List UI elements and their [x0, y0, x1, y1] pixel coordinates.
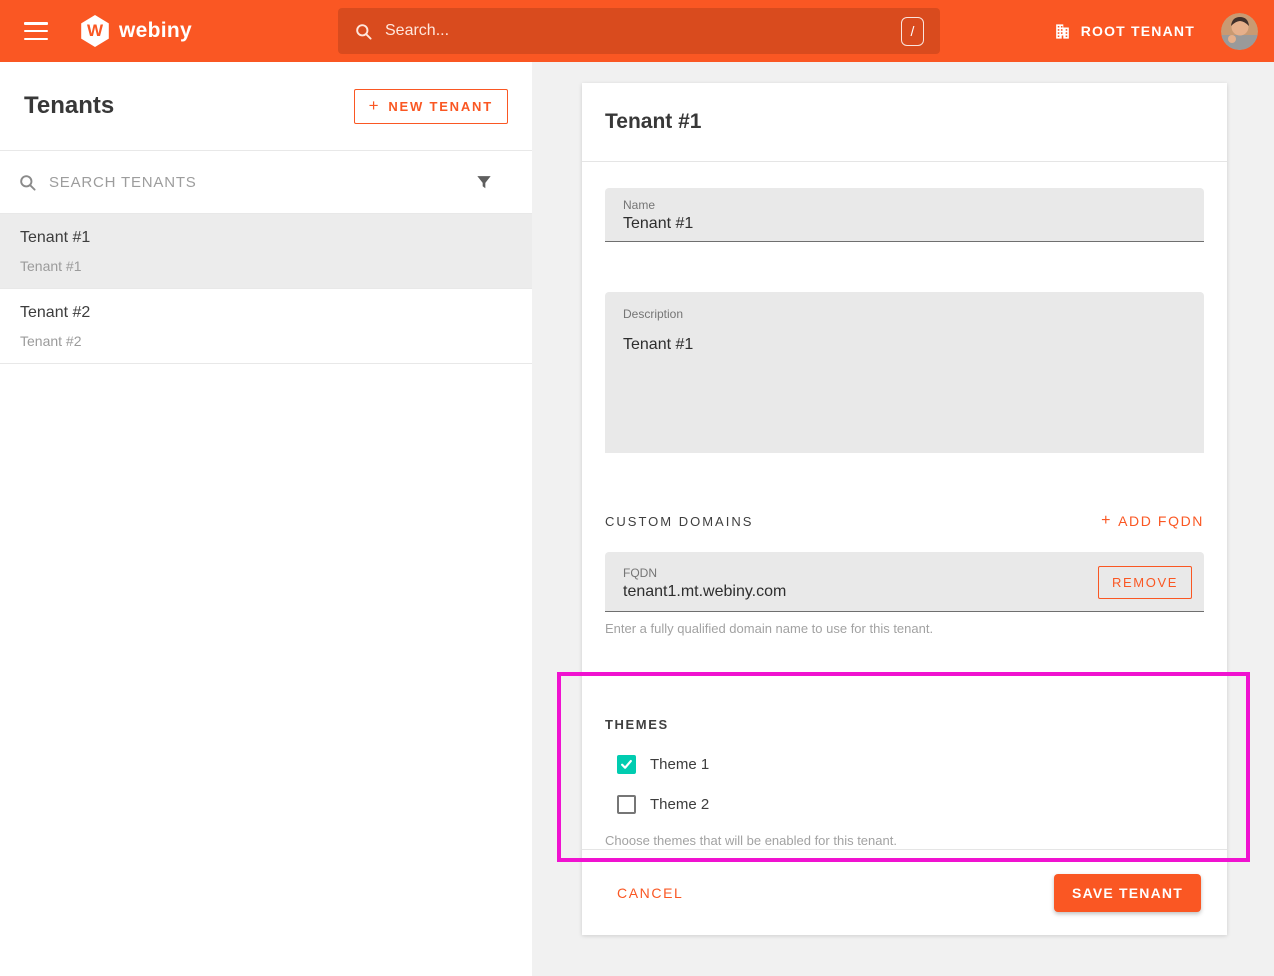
avatar-image	[1221, 13, 1258, 50]
search-input[interactable]	[385, 22, 901, 40]
plus-icon: +	[369, 100, 381, 112]
slash-shortcut-key: /	[901, 17, 924, 46]
tenant-list-item[interactable]: Tenant #2 Tenant #2	[0, 289, 532, 364]
tenants-search-input[interactable]	[49, 174, 490, 191]
save-tenant-button[interactable]: SAVE TENANT	[1054, 874, 1201, 912]
tenant-item-description: Tenant #1	[20, 258, 512, 274]
name-field-label: Name	[605, 188, 1204, 212]
search-icon	[354, 22, 373, 41]
tenants-list-panel: Tenants + NEW TENANT Tenant #1 Tenant #1…	[0, 62, 532, 976]
tenant-item-description: Tenant #2	[20, 333, 512, 349]
fqdn-field[interactable]: FQDN REMOVE	[605, 552, 1204, 612]
webiny-logo-text: webiny	[119, 19, 192, 43]
checkmark-icon	[620, 758, 633, 771]
user-avatar[interactable]	[1221, 13, 1258, 50]
page-title: Tenants	[24, 92, 114, 120]
plus-icon: +	[1101, 512, 1112, 530]
fqdn-helper-text: Enter a fully qualified domain name to u…	[605, 621, 1204, 636]
add-fqdn-button-label: ADD FQDN	[1118, 513, 1204, 529]
description-input[interactable]: Tenant #1	[605, 321, 1204, 421]
form-footer: CANCEL SAVE TENANT	[582, 849, 1227, 935]
form-title: Tenant #1	[605, 110, 701, 134]
tenants-search-row	[0, 151, 532, 214]
webiny-logo-hexagon: W	[80, 15, 110, 47]
description-field[interactable]: Description Tenant #1	[605, 292, 1204, 453]
checkbox-unchecked-icon[interactable]	[617, 795, 636, 814]
theme-option-label: Theme 1	[650, 756, 709, 773]
search-icon	[18, 173, 37, 192]
form-header: Tenant #1	[582, 83, 1227, 162]
themes-helper-text: Choose themes that will be enabled for t…	[605, 833, 1204, 848]
tenant-item-name: Tenant #2	[20, 304, 512, 322]
name-input[interactable]	[605, 212, 1204, 233]
tenants-list-header: Tenants + NEW TENANT	[0, 62, 532, 151]
tenant-item-name: Tenant #1	[20, 229, 512, 247]
description-field-label: Description	[605, 292, 1204, 321]
menu-icon[interactable]	[24, 22, 48, 40]
remove-fqdn-button[interactable]: REMOVE	[1098, 566, 1192, 599]
custom-domains-header: CUSTOM DOMAINS + ADD FQDN	[605, 512, 1204, 530]
organization-icon	[1053, 22, 1072, 41]
name-field[interactable]: Name	[605, 188, 1204, 242]
new-tenant-button[interactable]: + NEW TENANT	[354, 89, 508, 124]
custom-domains-label: CUSTOM DOMAINS	[605, 514, 753, 529]
theme-option[interactable]: Theme 2	[605, 795, 1204, 814]
form-body: Name Description Tenant #1 CUSTOM DOMAIN…	[582, 188, 1227, 848]
root-tenant-button[interactable]: ROOT TENANT	[1053, 22, 1195, 41]
theme-option-label: Theme 2	[650, 796, 709, 813]
cancel-button[interactable]: CANCEL	[617, 885, 683, 901]
tenant-form-card: Tenant #1 Name Description Tenant #1 CUS…	[582, 83, 1227, 935]
new-tenant-button-label: NEW TENANT	[388, 99, 493, 114]
webiny-logo[interactable]: W webiny	[80, 15, 192, 47]
filter-icon[interactable]	[474, 172, 494, 192]
tenant-list-item[interactable]: Tenant #1 Tenant #1	[0, 214, 532, 289]
theme-option[interactable]: Theme 1	[605, 755, 1204, 774]
themes-label: THEMES	[605, 717, 669, 732]
global-search-bar[interactable]: /	[338, 8, 940, 54]
themes-section: THEMES Theme 1 Theme 2 Choose themes tha…	[605, 716, 1204, 848]
topbar-right-group: ROOT TENANT	[1053, 13, 1258, 50]
webiny-logo-letter: W	[87, 21, 103, 41]
top-app-bar: W webiny / ROOT TENANT	[0, 0, 1274, 62]
add-fqdn-button[interactable]: + ADD FQDN	[1101, 512, 1204, 530]
root-tenant-label: ROOT TENANT	[1081, 23, 1195, 39]
checkbox-checked-icon[interactable]	[617, 755, 636, 774]
